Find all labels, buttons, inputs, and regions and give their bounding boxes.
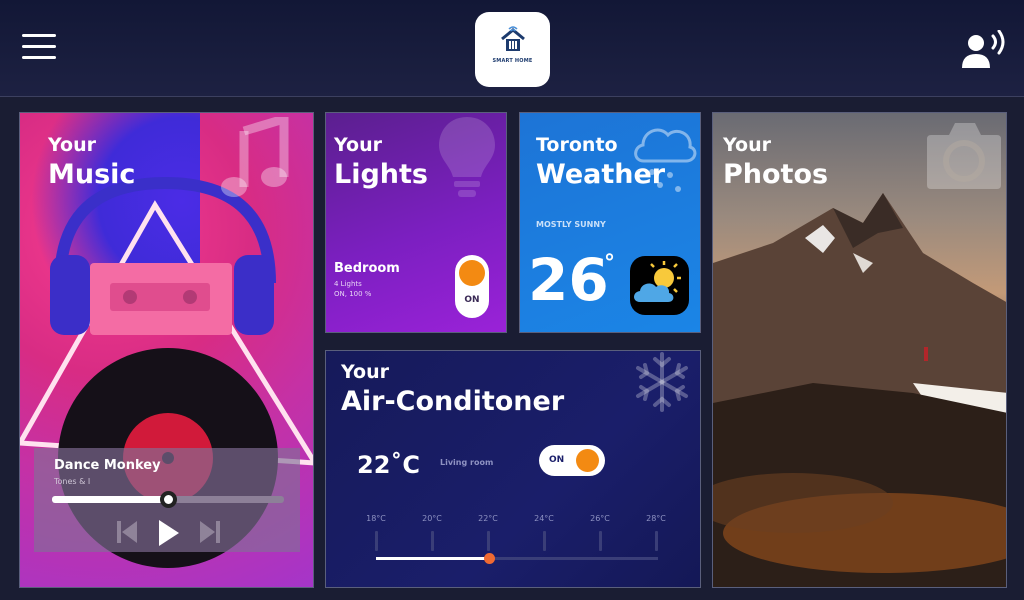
- previous-track-icon[interactable]: [116, 520, 138, 544]
- voice-user-icon[interactable]: [960, 29, 1010, 70]
- ac-slider-fill: [376, 557, 489, 560]
- lights-room-name: Bedroom: [334, 261, 400, 276]
- ac-scale-tick: [431, 531, 434, 551]
- sun-cloud-icon: [630, 256, 689, 315]
- ac-title-big: Air-Conditoner: [341, 386, 565, 417]
- ac-scale-tick: [543, 531, 546, 551]
- snowflake-icon: [636, 352, 688, 412]
- lights-title-big: Lights: [334, 159, 428, 190]
- ac-scale-tick: [599, 531, 602, 551]
- weather-city: Toronto: [536, 134, 618, 156]
- ac-scale-label: 28°C: [646, 514, 666, 523]
- smart-home-logo: SMART HOME: [475, 12, 550, 87]
- music-title-big: Music: [48, 159, 136, 190]
- ac-toggle[interactable]: ON: [539, 445, 605, 476]
- ac-scale-label: 22°C: [478, 514, 498, 523]
- ac-temperature: 22˚C: [357, 451, 421, 479]
- lights-title-small: Your: [334, 134, 382, 156]
- photos-card[interactable]: Your Photos: [712, 112, 1007, 588]
- weather-title-big: Weather: [536, 159, 666, 190]
- weather-degree-unit: °: [604, 251, 615, 276]
- song-title: Dance Monkey: [54, 458, 161, 473]
- logo-text: SMART HOME: [492, 58, 533, 64]
- lights-toggle-label: ON: [464, 295, 480, 305]
- next-track-icon[interactable]: [199, 520, 221, 544]
- ac-toggle-label: ON: [549, 455, 565, 465]
- weather-condition: MOSTLY SUNNY: [536, 220, 606, 229]
- song-progress-knob[interactable]: [160, 491, 177, 508]
- ac-scale-tick: [375, 531, 378, 551]
- smart-home-house-icon: [500, 26, 525, 51]
- weather-card[interactable]: Toronto Weather MOSTLY SUNNY 26 °: [519, 112, 701, 333]
- camera-icon: [927, 123, 1001, 189]
- music-card[interactable]: Your Music Dance Monkey Tones & I: [19, 112, 314, 588]
- hamburger-menu-icon[interactable]: [22, 34, 56, 62]
- lights-count: 4 Lights: [334, 280, 362, 288]
- music-player: Dance Monkey Tones & I: [34, 448, 300, 552]
- lights-toggle-knob: [459, 260, 485, 286]
- lights-toggle[interactable]: ON: [455, 255, 489, 318]
- photos-title-small: Your: [723, 134, 771, 156]
- ac-temperature-slider[interactable]: [376, 553, 658, 564]
- air-conditioner-card[interactable]: Your Air-Conditoner 22˚C Living room ON …: [325, 350, 701, 588]
- lights-status: ON, 100 %: [334, 290, 372, 298]
- ac-slider-knob[interactable]: [483, 553, 495, 564]
- weather-temperature: 26: [528, 246, 609, 314]
- song-progress-fill: [52, 496, 168, 503]
- lights-card[interactable]: Your Lights Bedroom 4 Lights ON, 100 % O…: [325, 112, 507, 333]
- ac-room: Living room: [440, 458, 494, 467]
- ac-scale-tick: [655, 531, 658, 551]
- music-title-small: Your: [48, 134, 96, 156]
- ac-scale-label: 20°C: [422, 514, 442, 523]
- ac-title-small: Your: [341, 361, 389, 383]
- ac-scale-label: 24°C: [534, 514, 554, 523]
- light-bulb-icon: [439, 117, 495, 197]
- play-icon[interactable]: [158, 520, 180, 546]
- top-bar: SMART HOME: [0, 0, 1024, 97]
- photos-title-big: Photos: [723, 159, 829, 190]
- song-progress-bar[interactable]: [52, 491, 284, 508]
- ac-scale-label: 18°C: [366, 514, 386, 523]
- ac-scale-label: 26°C: [590, 514, 610, 523]
- music-note-icon: [221, 117, 289, 197]
- song-artist: Tones & I: [54, 477, 91, 486]
- ac-toggle-knob: [576, 449, 599, 472]
- ac-scale-tick: [487, 531, 490, 551]
